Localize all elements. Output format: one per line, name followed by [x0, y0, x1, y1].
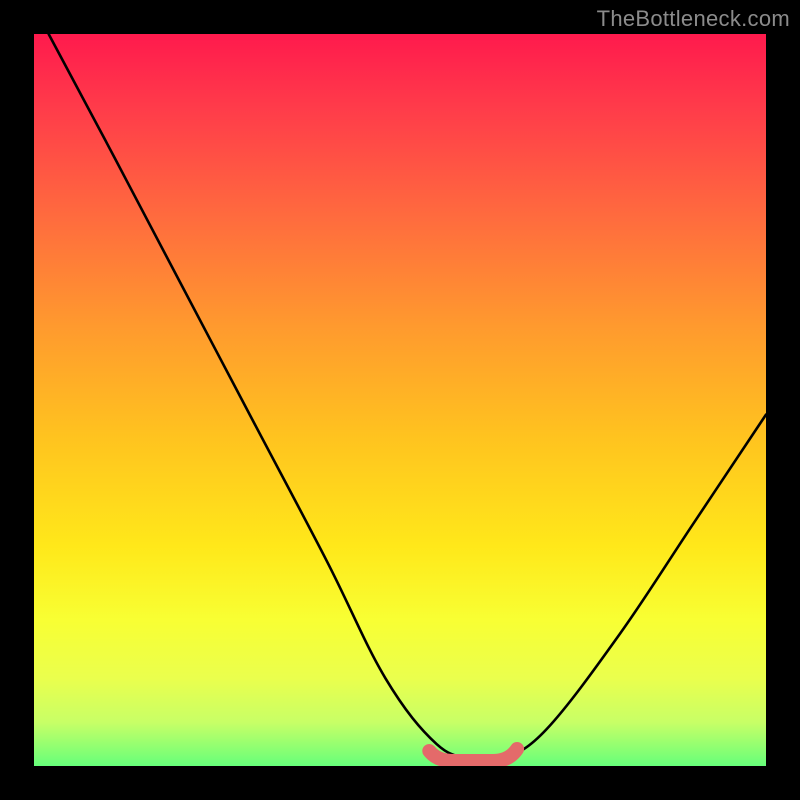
- watermark-text: TheBottleneck.com: [597, 6, 790, 32]
- flat-highlight: [429, 749, 517, 761]
- chart-area: [34, 34, 766, 766]
- curve-layer: [34, 34, 766, 766]
- bottleneck-curve: [49, 34, 766, 762]
